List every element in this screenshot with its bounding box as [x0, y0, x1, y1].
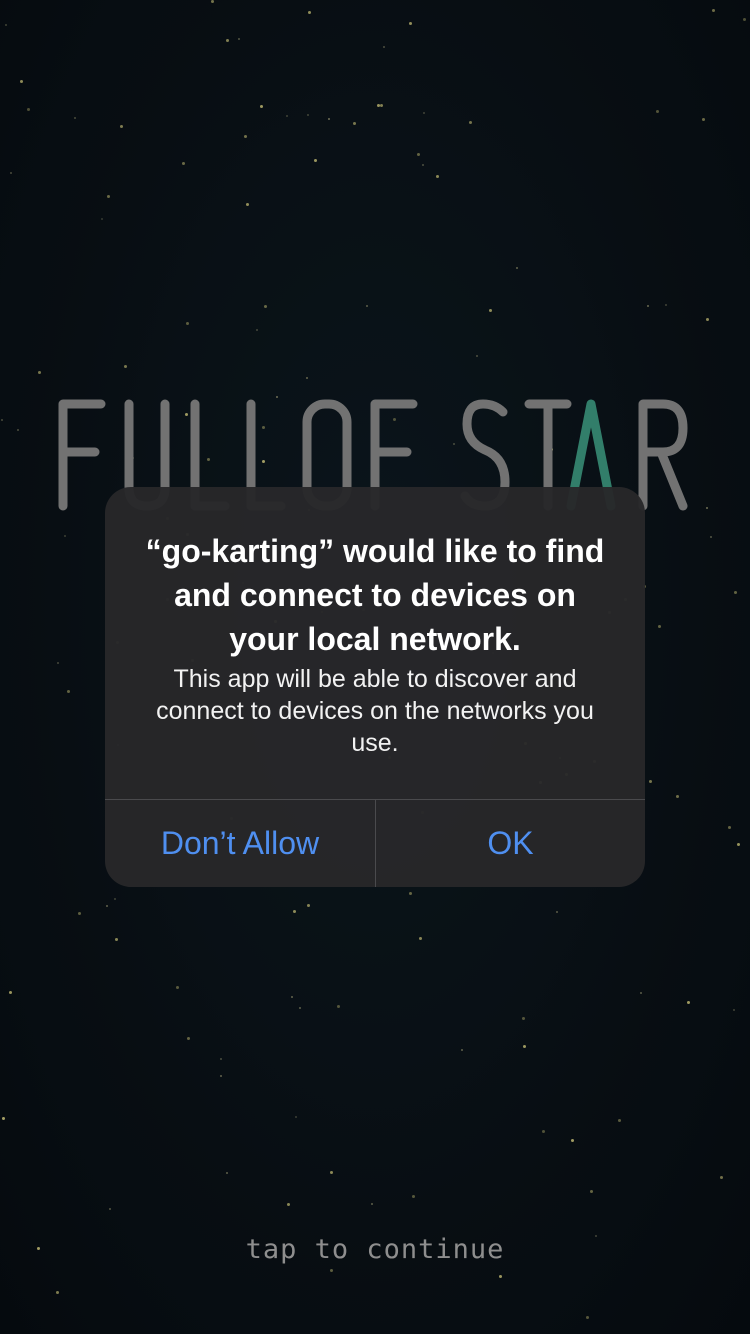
- game-screen[interactable]: “go-karting” would like to find and conn…: [0, 0, 750, 1334]
- dont-allow-button[interactable]: Don’t Allow: [105, 800, 375, 887]
- local-network-permission-alert: “go-karting” would like to find and conn…: [105, 487, 645, 887]
- alert-message: This app will be able to discover and co…: [156, 665, 594, 757]
- tap-to-continue-prompt[interactable]: tap to continue: [0, 1234, 750, 1265]
- ok-button[interactable]: OK: [376, 800, 645, 887]
- alert-title: “go-karting” would like to find and conn…: [145, 533, 605, 657]
